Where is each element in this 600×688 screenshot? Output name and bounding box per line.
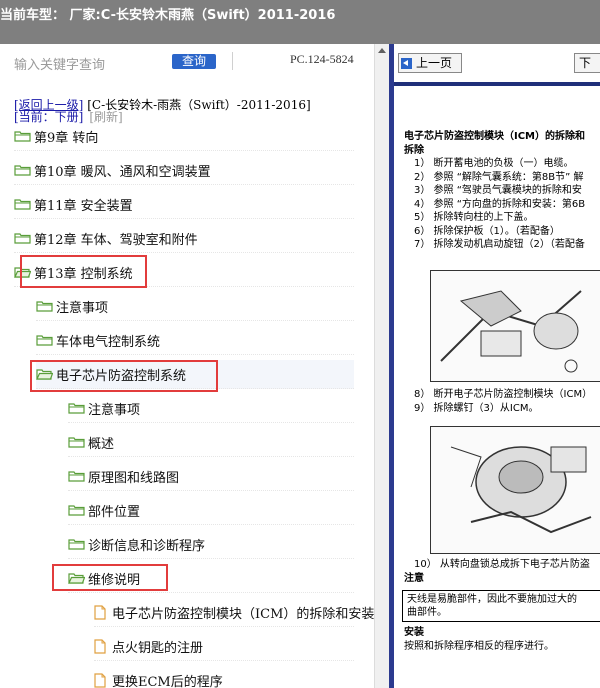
note-title: 注意 bbox=[404, 572, 424, 584]
doc-step: 1） 断开蓄电池的负极（一）电缆。 bbox=[414, 158, 574, 169]
tree-item-document[interactable]: 电子芯片防盗控制模块（ICM）的拆除和安装 bbox=[94, 598, 374, 627]
tree-item-label: 诊断信息和诊断程序 bbox=[88, 538, 206, 554]
left-panel: 输入关键字查询 查询 PC.124-5824 [返回上一级] [C-长安铃木-雨… bbox=[0, 44, 374, 688]
highlight-box bbox=[20, 255, 147, 288]
document-panel: 上一页 下 电子芯片防盗控制模块（ICM）的拆除和 拆除 1） 断开蓄电池的负极… bbox=[394, 44, 600, 688]
tree-item-label: 注意事项 bbox=[56, 300, 109, 316]
title-text: 当前车型： 厂家:C-长安铃木雨燕（Swift）2011-2016 bbox=[0, 8, 336, 23]
tree-item-document[interactable]: 更换ECM后的程序 bbox=[94, 666, 354, 688]
figure-steering-column bbox=[430, 270, 600, 382]
toolbar-divider bbox=[394, 82, 600, 86]
warning-box: 天线是易脆部件，因此不要施加过大的 曲部件。 bbox=[402, 590, 600, 622]
folder-icon bbox=[68, 539, 85, 550]
tree-item-label: 原理图和线路图 bbox=[88, 470, 180, 486]
tree-item-label: 部件位置 bbox=[88, 504, 141, 520]
next-page-button[interactable]: 下 bbox=[574, 53, 600, 73]
document-content-4: 安装 按照和拆除程序相反的程序进行。 bbox=[404, 626, 600, 653]
folder-icon bbox=[68, 403, 85, 414]
doc-step: 8） 断开电子芯片防盗控制模块（ICM） bbox=[414, 389, 593, 400]
tree-item-label: 第12章 车体、驾驶室和附件 bbox=[34, 232, 198, 248]
folder-icon bbox=[14, 199, 31, 210]
tree-item-label: 点火钥匙的注册 bbox=[112, 640, 204, 656]
tree-item-folder[interactable]: 第12章 车体、驾驶室和附件 bbox=[14, 224, 354, 253]
doc-heading: 电子芯片防盗控制模块（ICM）的拆除和 bbox=[404, 131, 586, 142]
doc-step: 4） 参照 “方向盘的拆除和安装：第6B bbox=[414, 198, 586, 210]
tree-item-label: 概述 bbox=[88, 436, 115, 452]
tree-item-folder[interactable]: 车体电气控制系统 bbox=[36, 326, 354, 355]
folder-icon bbox=[36, 301, 53, 312]
folder-icon bbox=[36, 335, 53, 346]
doc-step: 6） 拆除保护板（1）。（若配备） bbox=[414, 225, 560, 237]
tree-item-folder[interactable]: 概述 bbox=[68, 428, 354, 457]
document-content-3: 10） 从转向盘锁总成拆下电子芯片防盗 注意 bbox=[404, 558, 600, 585]
search-button[interactable]: 查询 bbox=[172, 54, 216, 69]
install-title: 安装 bbox=[404, 627, 424, 638]
folder-icon bbox=[14, 131, 31, 142]
document-toolbar: 上一页 下 bbox=[394, 44, 600, 82]
doc-code: PC.124-5824 bbox=[290, 52, 354, 66]
tree-scrollbar[interactable] bbox=[374, 44, 390, 688]
tree-item-label: 更换ECM后的程序 bbox=[112, 674, 223, 688]
document-icon bbox=[94, 672, 106, 688]
tree-item-folder[interactable]: 注意事项 bbox=[36, 292, 354, 321]
tree-item-document[interactable]: 点火钥匙的注册 bbox=[94, 632, 354, 661]
figure-icm bbox=[430, 426, 600, 554]
arrow-left-icon bbox=[401, 57, 412, 69]
folder-icon bbox=[14, 233, 31, 244]
doc-step: 5） 拆除转向柱的上下盖。 bbox=[414, 212, 534, 223]
document-icon bbox=[94, 604, 106, 620]
tree-item-folder[interactable]: 诊断信息和诊断程序 bbox=[68, 530, 354, 559]
highlight-box bbox=[30, 360, 218, 392]
folder-icon bbox=[68, 505, 85, 516]
highlight-box bbox=[52, 564, 168, 591]
tree-item-folder[interactable]: 第10章 暖风、通风和空调装置 bbox=[14, 156, 354, 185]
title-bar: 当前车型： 厂家:C-长安铃木雨燕（Swift）2011-2016 bbox=[0, 0, 600, 44]
tree-item-label: 第11章 安全装置 bbox=[34, 198, 133, 214]
tree-item-folder[interactable]: 注意事项 bbox=[68, 394, 354, 423]
folder-icon bbox=[14, 165, 31, 176]
doc-step: 9） 拆除螺钉（3）从ICM。 bbox=[414, 402, 539, 414]
prev-page-button[interactable]: 上一页 bbox=[398, 53, 462, 73]
scroll-up-icon[interactable] bbox=[378, 48, 386, 53]
folder-icon bbox=[68, 437, 85, 448]
search-separator bbox=[232, 52, 233, 70]
tree-item-label: 电子芯片防盗控制模块（ICM）的拆除和安装 bbox=[112, 606, 374, 622]
document-content: 电子芯片防盗控制模块（ICM）的拆除和 拆除 1） 断开蓄电池的负极（一）电缆。… bbox=[404, 130, 600, 252]
tree-item-folder[interactable]: 原理图和线路图 bbox=[68, 462, 354, 491]
tree-item-folder[interactable]: 第9章 转向 bbox=[14, 122, 354, 151]
doc-step: 3） 参照 “驾驶员气囊模块的拆除和安 bbox=[414, 185, 582, 196]
tree-item-label: 第9章 转向 bbox=[34, 130, 99, 146]
document-content-2: 8） 断开电子芯片防盗控制模块（ICM） 9） 拆除螺钉（3）从ICM。 bbox=[404, 388, 600, 415]
tree-item-folder[interactable]: 第11章 安全装置 bbox=[14, 190, 354, 219]
search-input[interactable]: 输入关键字查询 bbox=[14, 54, 164, 73]
tree-item-label: 注意事项 bbox=[88, 402, 141, 418]
step-10: 10） 从转向盘锁总成拆下电子芯片防盗 bbox=[414, 559, 590, 570]
tree-item-label: 车体电气控制系统 bbox=[56, 334, 161, 350]
folder-icon bbox=[68, 471, 85, 482]
tree-item-label: 第10章 暖风、通风和空调装置 bbox=[34, 164, 211, 180]
doc-step: 2） 参照 “解除气囊系统：第8B节” 解 bbox=[414, 171, 584, 183]
removal-title: 拆除 bbox=[404, 144, 424, 156]
tree-item-folder[interactable]: 部件位置 bbox=[68, 496, 354, 525]
install-text: 按照和拆除程序相反的程序进行。 bbox=[404, 640, 554, 652]
document-icon bbox=[94, 638, 106, 654]
doc-step: 7） 拆除发动机启动旋钮（2）（若配备 bbox=[414, 239, 585, 250]
